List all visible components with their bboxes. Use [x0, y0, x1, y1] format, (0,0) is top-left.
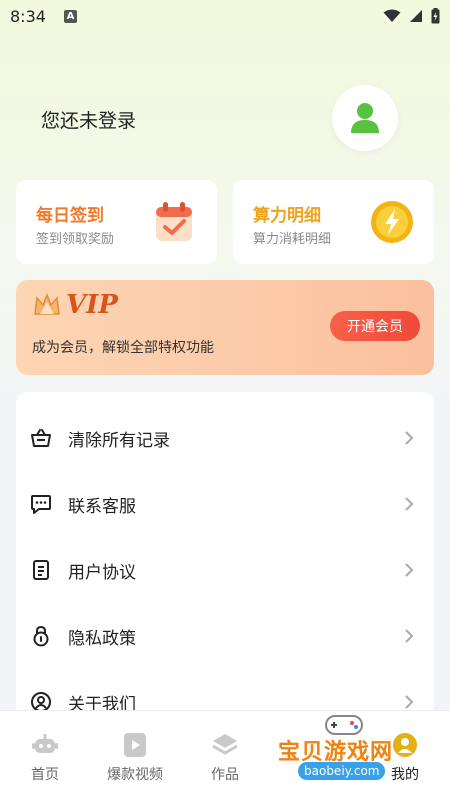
power-subtitle: 算力消耗明细: [253, 232, 332, 247]
watermark: 宝贝游戏网 baobeiy.com: [272, 712, 422, 792]
wifi-icon: [383, 9, 401, 22]
status-bar: 8:34 A: [0, 0, 450, 32]
chevron-right-icon: [405, 431, 414, 445]
chat-icon: [31, 495, 51, 514]
chevron-right-icon: [405, 497, 414, 511]
signal-icon: [410, 10, 422, 22]
vip-logo: VIP: [32, 290, 118, 320]
menu-item-user-agreement[interactable]: 用户协议: [16, 545, 434, 595]
daily-checkin-card[interactable]: 每日签到 签到领取奖励: [16, 180, 217, 264]
lock-icon: [33, 625, 49, 647]
vip-banner[interactable]: VIP 成为会员，解锁全部特权功能 开通会员: [16, 280, 434, 375]
menu-item-clear-records[interactable]: 清除所有记录: [16, 413, 434, 463]
settings-menu: 清除所有记录 联系客服 用户协议 隐私政策 关于我们: [16, 392, 434, 732]
status-time: 8:34: [10, 6, 46, 26]
watermark-url: baobeiy.com: [298, 762, 386, 780]
lightning-coin-icon: [371, 201, 413, 243]
battery-icon: [431, 8, 440, 24]
document-icon: [33, 560, 49, 580]
calendar-icon: [156, 202, 192, 241]
tab-works[interactable]: 作品: [180, 711, 270, 800]
layers-icon: [212, 734, 238, 755]
chevron-right-icon: [405, 629, 414, 643]
tab-label: 首页: [31, 767, 59, 783]
menu-item-customer-service[interactable]: 联系客服: [16, 479, 434, 529]
vip-logo-text: VIP: [66, 290, 118, 320]
checkin-title: 每日签到: [36, 206, 104, 226]
login-prompt[interactable]: 您还未登录: [41, 106, 136, 133]
menu-label: 清除所有记录: [68, 430, 170, 451]
avatar[interactable]: [332, 85, 398, 151]
chevron-right-icon: [405, 695, 414, 709]
crown-icon: [34, 292, 60, 315]
checkin-subtitle: 签到领取奖励: [36, 232, 115, 247]
video-icon: [124, 733, 146, 757]
chevron-right-icon: [405, 563, 414, 577]
tab-home[interactable]: 首页: [0, 711, 90, 800]
tab-label: 爆款视频: [107, 767, 163, 783]
robot-icon: [32, 734, 58, 753]
user-icon: [351, 103, 379, 133]
compute-detail-card[interactable]: 算力明细 算力消耗明细: [233, 180, 434, 264]
menu-label: 隐私政策: [68, 628, 136, 649]
tab-label: 作品: [211, 767, 239, 783]
open-membership-button[interactable]: 开通会员: [330, 311, 420, 341]
vip-subtitle: 成为会员，解锁全部特权功能: [32, 340, 214, 356]
tab-viral-videos[interactable]: 爆款视频: [90, 711, 180, 800]
power-title: 算力明细: [253, 206, 321, 226]
menu-label: 联系客服: [68, 496, 136, 517]
basket-icon: [31, 429, 51, 447]
menu-item-privacy-policy[interactable]: 隐私政策: [16, 611, 434, 661]
menu-label: 用户协议: [68, 562, 136, 583]
notification-icon: A: [63, 9, 77, 23]
